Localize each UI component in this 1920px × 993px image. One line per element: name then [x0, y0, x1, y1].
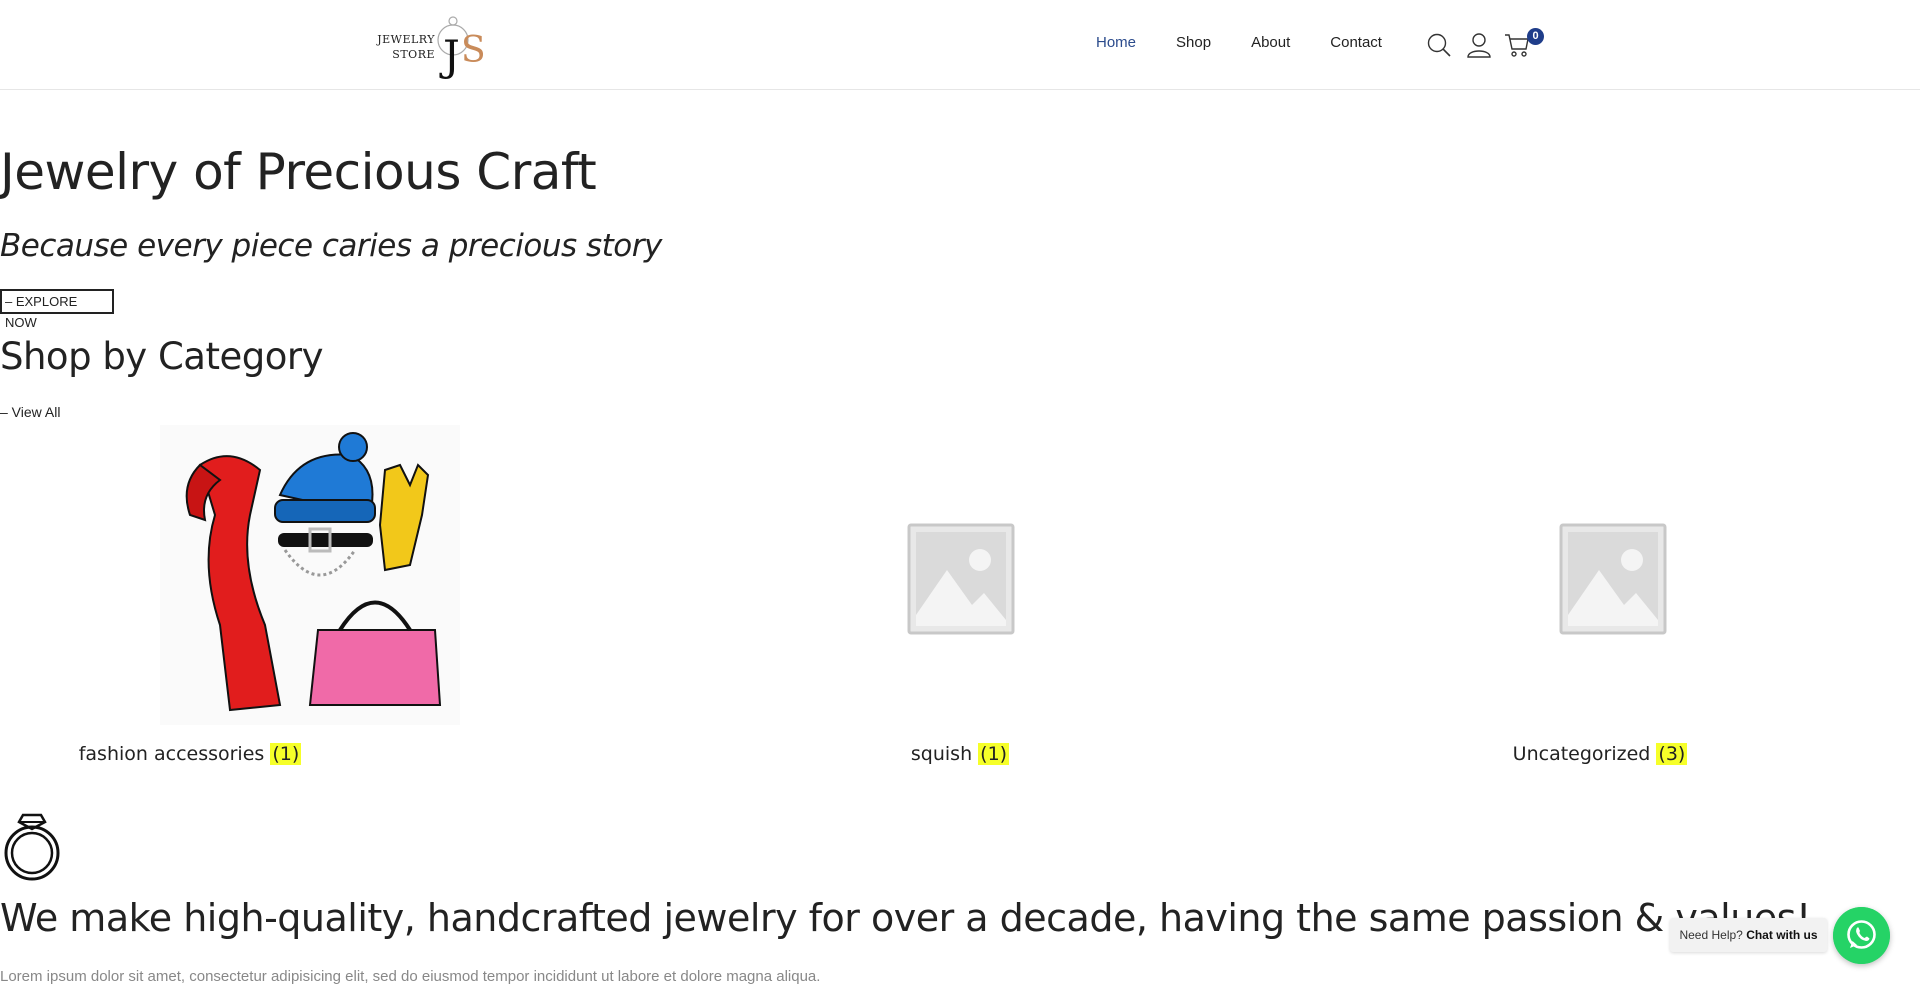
nav-home[interactable]: Home: [1096, 34, 1136, 51]
about-headline: We make high-quality, handcrafted jewelr…: [0, 896, 1811, 940]
hero-subtitle: Because every piece caries a precious st…: [0, 228, 662, 264]
category-count-badge: (1): [270, 743, 302, 765]
logo-line-2: STORE: [392, 48, 435, 61]
fashion-accessories-image: [160, 425, 460, 725]
nav-about[interactable]: About: [1251, 34, 1290, 51]
category-name: fashion accessories: [78, 743, 265, 765]
about-body: Lorem ipsum dolor sit amet, consectetur …: [0, 968, 821, 985]
category-label[interactable]: Uncategorized (3): [1280, 743, 1920, 765]
whatsapp-icon[interactable]: [1833, 907, 1890, 964]
section-title: Shop by Category: [0, 335, 323, 378]
logo-line-1: JEWELRY: [377, 33, 435, 46]
category-name: Uncategorized: [1512, 743, 1651, 765]
nav-contact[interactable]: Contact: [1330, 34, 1382, 51]
placeholder-image: [907, 523, 1015, 635]
site-header: JEWELRY STORE J S Home Shop About Contac…: [0, 0, 1920, 90]
nav-shop[interactable]: Shop: [1176, 34, 1211, 51]
svg-text:S: S: [461, 30, 486, 71]
view-all-link[interactable]: – View All: [0, 404, 60, 420]
placeholder-image: [1559, 523, 1667, 635]
cart-count-badge: 0: [1527, 28, 1544, 45]
chat-help-box[interactable]: Need Help? Chat with us: [1670, 918, 1827, 952]
category-card-fashion-accessories[interactable]: fashion accessories (1): [0, 425, 640, 775]
category-count-badge: (1): [978, 743, 1010, 765]
explore-now-button[interactable]: – EXPLORE NOW: [0, 289, 114, 330]
ring-icon: [4, 813, 60, 881]
logo-text: JEWELRY STORE: [375, 32, 435, 62]
category-count-badge: (3): [1656, 743, 1688, 765]
logo-mark-icon: J S: [437, 16, 486, 80]
category-card-squish[interactable]: squish (1): [640, 425, 1280, 775]
hero-title: Jewelry of Precious Craft: [0, 143, 597, 201]
category-name: squish: [910, 743, 973, 765]
chat-action: Chat with us: [1746, 928, 1818, 942]
user-icon[interactable]: [1466, 32, 1492, 58]
site-logo[interactable]: JEWELRY STORE J S: [375, 10, 490, 82]
chat-prompt: Need Help?: [1679, 928, 1743, 942]
search-icon[interactable]: [1426, 32, 1452, 58]
main-nav: Home Shop About Contact: [1096, 34, 1422, 51]
category-card-uncategorized[interactable]: Uncategorized (3): [1280, 425, 1920, 775]
svg-text:J: J: [439, 31, 460, 80]
category-label[interactable]: fashion accessories (1): [0, 743, 510, 765]
category-label[interactable]: squish (1): [640, 743, 1280, 765]
